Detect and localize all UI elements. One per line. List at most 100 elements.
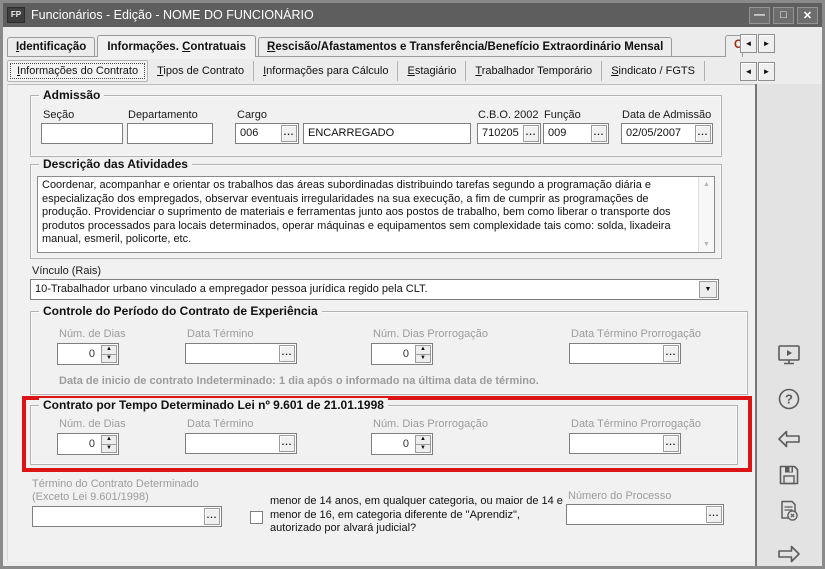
tab-identificacao[interactable]: Identificação bbox=[7, 37, 95, 56]
cargo-name-field[interactable]: ENCARREGADO bbox=[303, 123, 471, 144]
data-prorrogacao-lookup-button[interactable]: ... bbox=[663, 345, 679, 362]
cbo-lookup-button[interactable]: ... bbox=[523, 125, 539, 142]
funcao-lookup-button[interactable]: ... bbox=[591, 125, 607, 142]
num-prorrogacao-label: Núm. Dias Prorrogação bbox=[373, 418, 488, 430]
contract-info-panel: Admissão Seção Departamento Cargo 006 ..… bbox=[7, 84, 755, 561]
cargo-code-field[interactable]: 006 ... bbox=[235, 123, 299, 144]
arrow-right-icon bbox=[776, 541, 802, 567]
vinculo-value: 10-Trabalhador urbano vinculado a empreg… bbox=[35, 283, 696, 295]
data-admissao-label: Data de Admissão bbox=[622, 109, 711, 121]
tab-label-part: dentificação bbox=[19, 41, 86, 53]
num-dias-spinner[interactable]: 0 ▲▼ bbox=[57, 343, 119, 365]
secondary-tab-bar: Informações do Contrato Tipos de Contrat… bbox=[7, 59, 740, 83]
scroll-right-icon: ► bbox=[763, 67, 771, 76]
termino-contrato-lookup-button[interactable]: ... bbox=[204, 508, 220, 525]
admissao-fieldset: Admissão Seção Departamento Cargo 006 ..… bbox=[30, 95, 722, 157]
spin-down-button[interactable]: ▼ bbox=[101, 354, 117, 364]
numero-processo-lookup-button[interactable]: ... bbox=[706, 506, 722, 523]
minimize-button[interactable]: — bbox=[749, 7, 770, 24]
help-button[interactable]: ? bbox=[774, 384, 804, 414]
tab-trabalhador-temporario[interactable]: Trabalhador Temporário bbox=[466, 61, 602, 81]
data-admissao-field[interactable]: 02/05/2007 ... bbox=[621, 123, 713, 144]
minor-authorization-label: menor de 14 anos, em qualquer categoria,… bbox=[270, 495, 566, 536]
titlebar: FP Funcionários - Edição - NOME DO FUNCI… bbox=[3, 3, 822, 27]
data-prorrogacao-label: Data Término Prorrogação bbox=[571, 328, 701, 340]
lei-num-dias-spinner[interactable]: 0 ▲▼ bbox=[57, 433, 119, 455]
scrollbar-up-icon[interactable]: ▲ bbox=[699, 181, 714, 188]
close-button[interactable]: ✕ bbox=[797, 7, 818, 24]
secao-field[interactable] bbox=[41, 123, 123, 144]
descricao-textarea[interactable]: Coordenar, acompanhar e orientar os trab… bbox=[37, 176, 715, 253]
tab-scroll-left-button[interactable]: ◄ bbox=[740, 34, 757, 53]
descricao-scrollbar[interactable]: ▲ ▼ bbox=[698, 177, 714, 252]
data-admissao-value: 02/05/2007 bbox=[626, 127, 693, 139]
primary-tab-bar: Identificação Informações. Contratuais R… bbox=[7, 31, 740, 57]
num-prorrogacao-value: 0 bbox=[403, 348, 409, 360]
cbo-value: 710205 bbox=[482, 127, 521, 139]
lei9601-fieldset: Contrato por Tempo Determinado Lei nº 9.… bbox=[30, 405, 738, 465]
spin-down-button[interactable]: ▼ bbox=[415, 354, 431, 364]
descricao-legend: Descrição das Atividades bbox=[39, 157, 192, 171]
cargo-label: Cargo bbox=[237, 109, 267, 121]
maximize-button[interactable]: □ bbox=[773, 7, 794, 24]
cargo-code-value: 006 bbox=[240, 127, 279, 139]
data-termino-field[interactable]: ... bbox=[185, 343, 297, 364]
departamento-label: Departamento bbox=[128, 109, 198, 121]
spin-down-button[interactable]: ▼ bbox=[415, 444, 431, 454]
numero-processo-field[interactable]: ... bbox=[566, 504, 724, 525]
minor-authorization-checkbox[interactable] bbox=[250, 511, 263, 524]
numero-processo-label: Número do Processo bbox=[568, 490, 671, 502]
termino-contrato-sublabel: (Exceto Lei 9.601/1998) bbox=[32, 491, 149, 503]
app-icon: FP bbox=[7, 7, 25, 23]
tab-rescisao-afastamentos[interactable]: Rescisão/Afastamentos e Transferência/Be… bbox=[258, 37, 672, 56]
experiencia-legend: Controle do Período do Contrato de Exper… bbox=[39, 304, 322, 318]
tab-label-part: ontratuais bbox=[190, 41, 246, 53]
lei-num-prorrogacao-spinner[interactable]: 0 ▲▼ bbox=[371, 433, 433, 455]
termino-contrato-label: Término do Contrato Determinado bbox=[32, 478, 199, 490]
cancel-changes-button[interactable] bbox=[774, 496, 804, 526]
tab-scroll-right-button[interactable]: ► bbox=[758, 34, 775, 53]
data-admissao-lookup-button[interactable]: ... bbox=[695, 125, 711, 142]
data-prorrogacao-field[interactable]: ... bbox=[569, 343, 681, 364]
tab-estagiario[interactable]: Estagiário bbox=[398, 61, 466, 81]
tab-tipos-de-contrato[interactable]: Tipos de Contrato bbox=[148, 61, 254, 81]
spin-down-button[interactable]: ▼ bbox=[101, 444, 117, 454]
window-controls: — □ ✕ bbox=[749, 7, 818, 24]
tab-label-part: stagiário bbox=[415, 65, 457, 77]
side-toolbar: ? bbox=[757, 84, 822, 566]
screen-preview-button[interactable] bbox=[774, 340, 804, 370]
cargo-name-value: ENCARREGADO bbox=[308, 127, 468, 139]
cargo-lookup-button[interactable]: ... bbox=[281, 125, 297, 142]
tab-label-part: nformações para Cálculo bbox=[266, 65, 388, 77]
tab2-scroll-right-button[interactable]: ► bbox=[758, 62, 775, 81]
arrow-left-icon bbox=[776, 426, 802, 452]
cbo-field[interactable]: 710205 ... bbox=[477, 123, 541, 144]
termino-contrato-field[interactable]: ... bbox=[32, 506, 222, 527]
vinculo-select[interactable]: 10-Trabalhador urbano vinculado a empreg… bbox=[30, 279, 719, 300]
next-record-button[interactable] bbox=[774, 539, 804, 569]
tab-informacoes-para-calculo[interactable]: Informações para Cálculo bbox=[254, 61, 398, 81]
lei-data-prorrogacao-field[interactable]: ... bbox=[569, 433, 681, 454]
spinner-buttons: ▲▼ bbox=[415, 345, 431, 363]
secao-label: Seção bbox=[43, 109, 74, 121]
departamento-field[interactable] bbox=[127, 123, 213, 144]
previous-record-button[interactable] bbox=[774, 424, 804, 454]
data-termino-lookup-button[interactable]: ... bbox=[279, 345, 295, 362]
tab-sindicato-fgts[interactable]: Sindicato / FGTS bbox=[602, 61, 705, 81]
tab-informacoes-do-contrato[interactable]: Informações do Contrato bbox=[7, 60, 148, 82]
lei-data-termino-lookup-button[interactable]: ... bbox=[279, 435, 295, 452]
tab-informacoes-contratuais[interactable]: Informações. Contratuais bbox=[97, 35, 256, 57]
num-prorrogacao-spinner[interactable]: 0 ▲▼ bbox=[371, 343, 433, 365]
data-termino-label: Data Término bbox=[187, 328, 253, 340]
save-button[interactable] bbox=[774, 460, 804, 490]
lei-data-termino-field[interactable]: ... bbox=[185, 433, 297, 454]
spinner-buttons: ▲▼ bbox=[101, 345, 117, 363]
lei-data-prorrogacao-lookup-button[interactable]: ... bbox=[663, 435, 679, 452]
dropdown-arrow-button[interactable]: ▼ bbox=[699, 281, 717, 298]
funcao-field[interactable]: 009 ... bbox=[543, 123, 609, 144]
spinner-buttons: ▲▼ bbox=[415, 435, 431, 453]
scrollbar-down-icon[interactable]: ▼ bbox=[699, 241, 714, 248]
tab2-scroll-left-button[interactable]: ◄ bbox=[740, 62, 757, 81]
data-prorrogacao-label: Data Término Prorrogação bbox=[571, 418, 701, 430]
tab-label-part: indicato / FGTS bbox=[619, 65, 695, 77]
